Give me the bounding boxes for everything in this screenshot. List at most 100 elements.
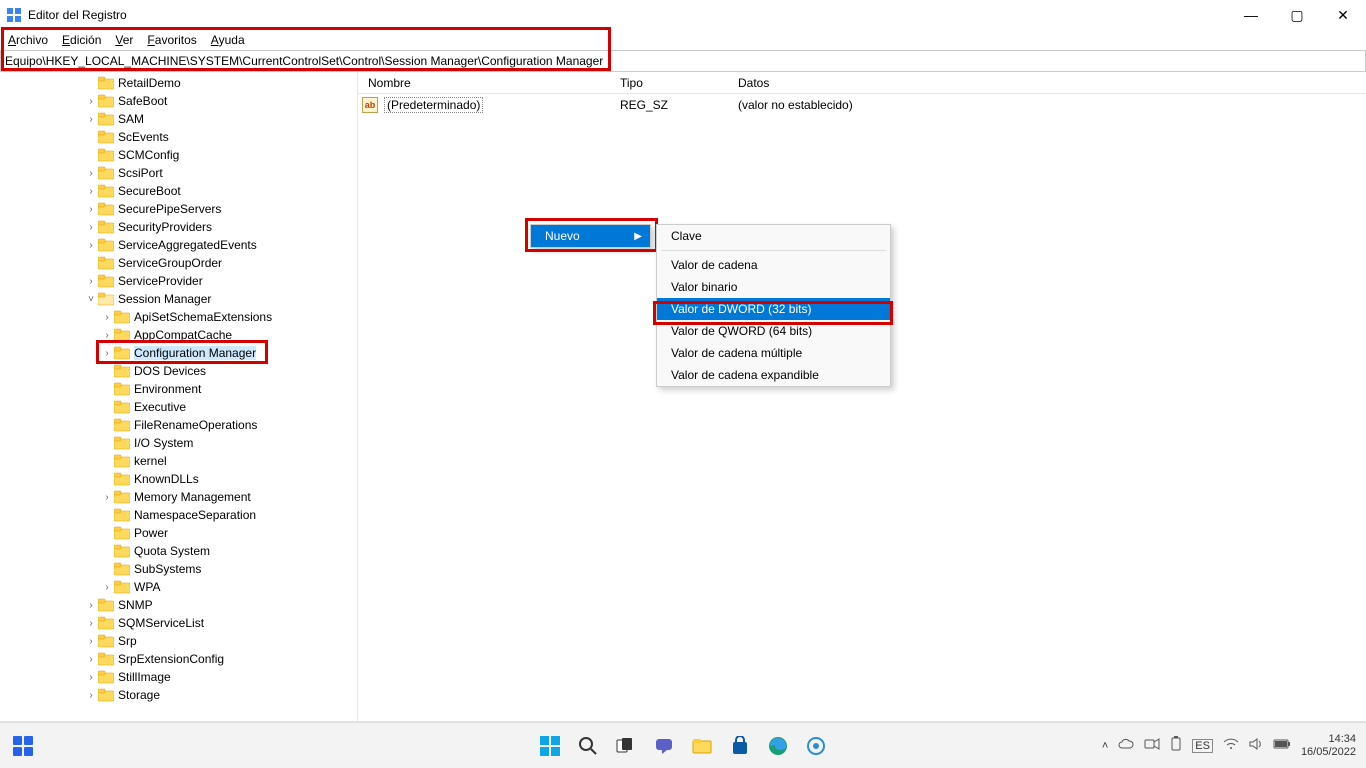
minimize-button[interactable]: — [1228,0,1274,30]
expand-icon[interactable]: › [84,114,98,125]
tree-item[interactable]: SubSystems [0,560,357,578]
expand-icon[interactable]: › [84,636,98,647]
tree-item[interactable]: DOS Devices [0,362,357,380]
store-button[interactable] [727,733,753,759]
expand-icon[interactable]: › [84,276,98,287]
tree-item[interactable]: ›WPA [0,578,357,596]
expand-icon[interactable]: › [100,582,114,593]
menu-favorites[interactable]: Favoritos [147,33,196,47]
tree-item[interactable]: I/O System [0,434,357,452]
meet-now-icon[interactable] [1144,738,1160,753]
tray-chevron-icon[interactable]: ˄ [1102,740,1108,752]
volume-icon[interactable] [1249,738,1263,753]
expand-icon[interactable]: › [100,330,114,341]
tree-item[interactable]: ›SNMP [0,596,357,614]
expand-icon[interactable]: › [84,186,98,197]
software-center-button[interactable] [803,733,829,759]
edge-button[interactable] [765,733,791,759]
battery-icon[interactable] [1273,739,1291,752]
wifi-icon[interactable] [1223,738,1239,753]
tree-item[interactable]: SCMConfig [0,146,357,164]
tree-item[interactable]: KnownDLLs [0,470,357,488]
expand-icon[interactable]: › [84,672,98,683]
chat-button[interactable] [651,733,677,759]
tree-item[interactable]: ›Configuration Manager [0,344,357,362]
onedrive-icon[interactable] [1118,738,1134,753]
tree-item[interactable]: FileRenameOperations [0,416,357,434]
tree-item[interactable]: Executive [0,398,357,416]
close-button[interactable]: ✕ [1320,0,1366,30]
ctx-item[interactable]: Clave [657,225,890,247]
taskview-button[interactable] [613,733,639,759]
menu-view[interactable]: Ver [115,33,133,47]
tree-item[interactable]: ›Srp [0,632,357,650]
tree-item[interactable]: ›StillImage [0,668,357,686]
search-button[interactable] [575,733,601,759]
expand-icon[interactable]: › [100,492,114,503]
expand-icon[interactable]: › [100,348,114,359]
col-name[interactable]: Nombre [358,76,614,90]
tree-pane[interactable]: RetailDemo›SafeBoot›SAMScEventsSCMConfig… [0,72,358,721]
values-pane[interactable]: Nombre Tipo Datos ab (Predeterminado) RE… [358,72,1366,721]
col-data[interactable]: Datos [732,76,1366,90]
expand-icon[interactable]: › [84,600,98,611]
start-button[interactable] [537,733,563,759]
tree-label: NamespaceSeparation [134,508,256,522]
expand-icon[interactable]: › [84,204,98,215]
tree-item[interactable]: ScEvents [0,128,357,146]
tree-item[interactable]: ›SrpExtensionConfig [0,650,357,668]
power-icon[interactable] [1170,736,1182,755]
ctx-item[interactable]: Valor binario [657,276,890,298]
ctx-item[interactable]: Valor de DWORD (32 bits) [657,298,890,320]
tree-item[interactable]: kernel [0,452,357,470]
col-type[interactable]: Tipo [614,76,732,90]
tree-item[interactable]: ›AppCompatCache [0,326,357,344]
menu-file[interactable]: Archivo [8,33,48,47]
expand-icon[interactable]: › [84,96,98,107]
widgets-button[interactable] [10,733,36,759]
ctx-item[interactable]: Valor de cadena [657,254,890,276]
language-icon[interactable]: ES [1192,739,1213,753]
tree-item[interactable]: ›SAM [0,110,357,128]
tree-item[interactable]: ›SecureBoot [0,182,357,200]
expand-icon[interactable]: › [100,312,114,323]
system-tray[interactable]: ˄ ES 14:34 16/05/2022 [1102,733,1366,758]
expand-icon[interactable]: › [84,240,98,251]
tree-item[interactable]: Quota System [0,542,357,560]
tree-item[interactable]: ›ApiSetSchemaExtensions [0,308,357,326]
tree-item[interactable]: ›ServiceProvider [0,272,357,290]
expand-icon[interactable]: › [84,654,98,665]
tree-label: ServiceGroupOrder [118,256,222,270]
ctx-item[interactable]: Valor de QWORD (64 bits) [657,320,890,342]
tree-item[interactable]: ›ServiceAggregatedEvents [0,236,357,254]
value-data: (valor no establecido) [732,98,1366,112]
tree-item[interactable]: ˅Session Manager [0,290,357,308]
tree-item[interactable]: ›ScsiPort [0,164,357,182]
expand-icon[interactable]: › [84,168,98,179]
menu-edit[interactable]: Edición [62,33,101,47]
clock[interactable]: 14:34 16/05/2022 [1301,733,1356,758]
tree-item[interactable]: ›Storage [0,686,357,704]
ctx-item[interactable]: Valor de cadena múltiple [657,342,890,364]
ctx-item[interactable]: Valor de cadena expandible [657,364,890,386]
tree-item[interactable]: Power [0,524,357,542]
expand-icon[interactable]: › [84,690,98,701]
explorer-button[interactable] [689,733,715,759]
tree-item[interactable]: ›SQMServiceList [0,614,357,632]
tree-item[interactable]: ›Memory Management [0,488,357,506]
tree-item[interactable]: ›SecurityProviders [0,218,357,236]
tree-item[interactable]: ›SecurePipeServers [0,200,357,218]
expand-icon[interactable]: › [84,618,98,629]
tree-item[interactable]: ServiceGroupOrder [0,254,357,272]
tree-item[interactable]: NamespaceSeparation [0,506,357,524]
expand-icon[interactable]: › [84,222,98,233]
tree-item[interactable]: RetailDemo [0,74,357,92]
tree-item[interactable]: ›SafeBoot [0,92,357,110]
expand-icon[interactable]: ˅ [84,294,98,305]
tree-item[interactable]: Environment [0,380,357,398]
maximize-button[interactable]: ▢ [1274,0,1320,30]
addressbar[interactable]: Equipo\HKEY_LOCAL_MACHINE\SYSTEM\Current… [0,50,1366,72]
ctx-item-nuevo[interactable]: Nuevo ▶ [531,225,650,247]
menu-help[interactable]: Ayuda [211,33,245,47]
list-row[interactable]: ab (Predeterminado) REG_SZ (valor no est… [358,94,1366,116]
